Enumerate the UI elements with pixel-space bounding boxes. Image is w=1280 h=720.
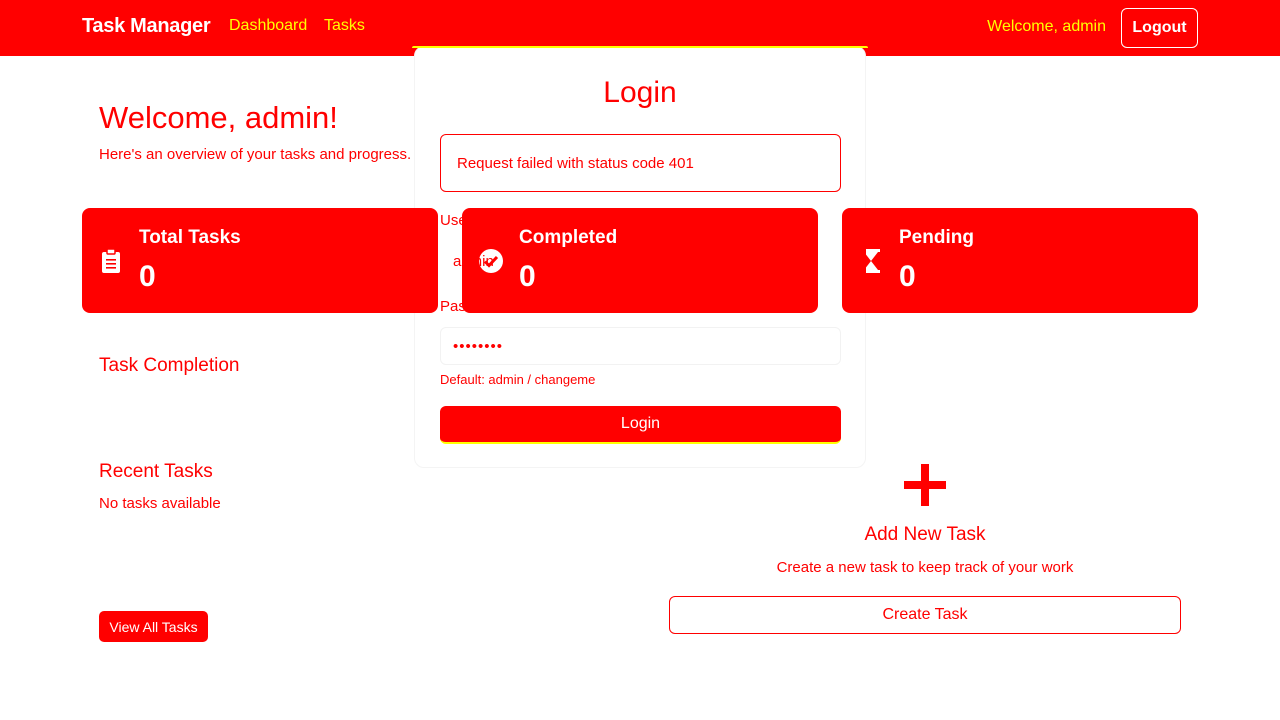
stat-card-pending-edge	[842, 208, 866, 313]
stat-card-pending: Pending 0	[842, 208, 1198, 313]
username-label: Username	[440, 212, 510, 229]
page-subtitle: Here's an overview of your tasks and pro…	[99, 146, 412, 163]
page-title: Welcome, admin!	[99, 100, 338, 135]
add-task-heading: Add New Task	[864, 524, 986, 545]
default-credentials-hint: Default: admin / changeme	[440, 372, 596, 387]
stat-card-total: Total Tasks 0	[82, 208, 438, 313]
create-task-button[interactable]: Create Task	[669, 596, 1181, 634]
username-field[interactable]: admin	[440, 242, 841, 280]
brand-logo[interactable]: Task Manager	[82, 15, 211, 38]
error-alert: Request failed with status code 401	[440, 134, 841, 192]
stat-value: 0	[139, 260, 156, 293]
stat-value: 0	[899, 260, 916, 293]
logout-button[interactable]: Logout	[1121, 8, 1198, 48]
login-submit-button[interactable]: Login	[440, 406, 841, 444]
stat-card-total-edge	[414, 208, 438, 313]
clipboard-icon	[102, 248, 120, 273]
nav-link-tasks[interactable]: Tasks	[324, 17, 365, 35]
modal-top-border	[412, 46, 868, 48]
password-field[interactable]: ••••••••	[440, 327, 841, 365]
user-welcome-text: Welcome, admin	[987, 18, 1106, 35]
empty-tasks-message: No tasks available	[99, 495, 221, 512]
stat-label: Pending	[899, 227, 974, 248]
add-task-description: Create a new task to keep track of your …	[776, 559, 1074, 576]
plus-icon	[904, 464, 946, 506]
nav-link-dashboard[interactable]: Dashboard	[229, 17, 307, 35]
view-all-tasks-button[interactable]: View All Tasks	[99, 611, 208, 642]
login-title: Login	[603, 76, 677, 109]
password-label: Password	[440, 298, 506, 315]
stat-label: Total Tasks	[139, 227, 241, 248]
task-completion-heading: Task Completion	[99, 355, 240, 376]
recent-tasks-heading: Recent Tasks	[99, 461, 213, 482]
